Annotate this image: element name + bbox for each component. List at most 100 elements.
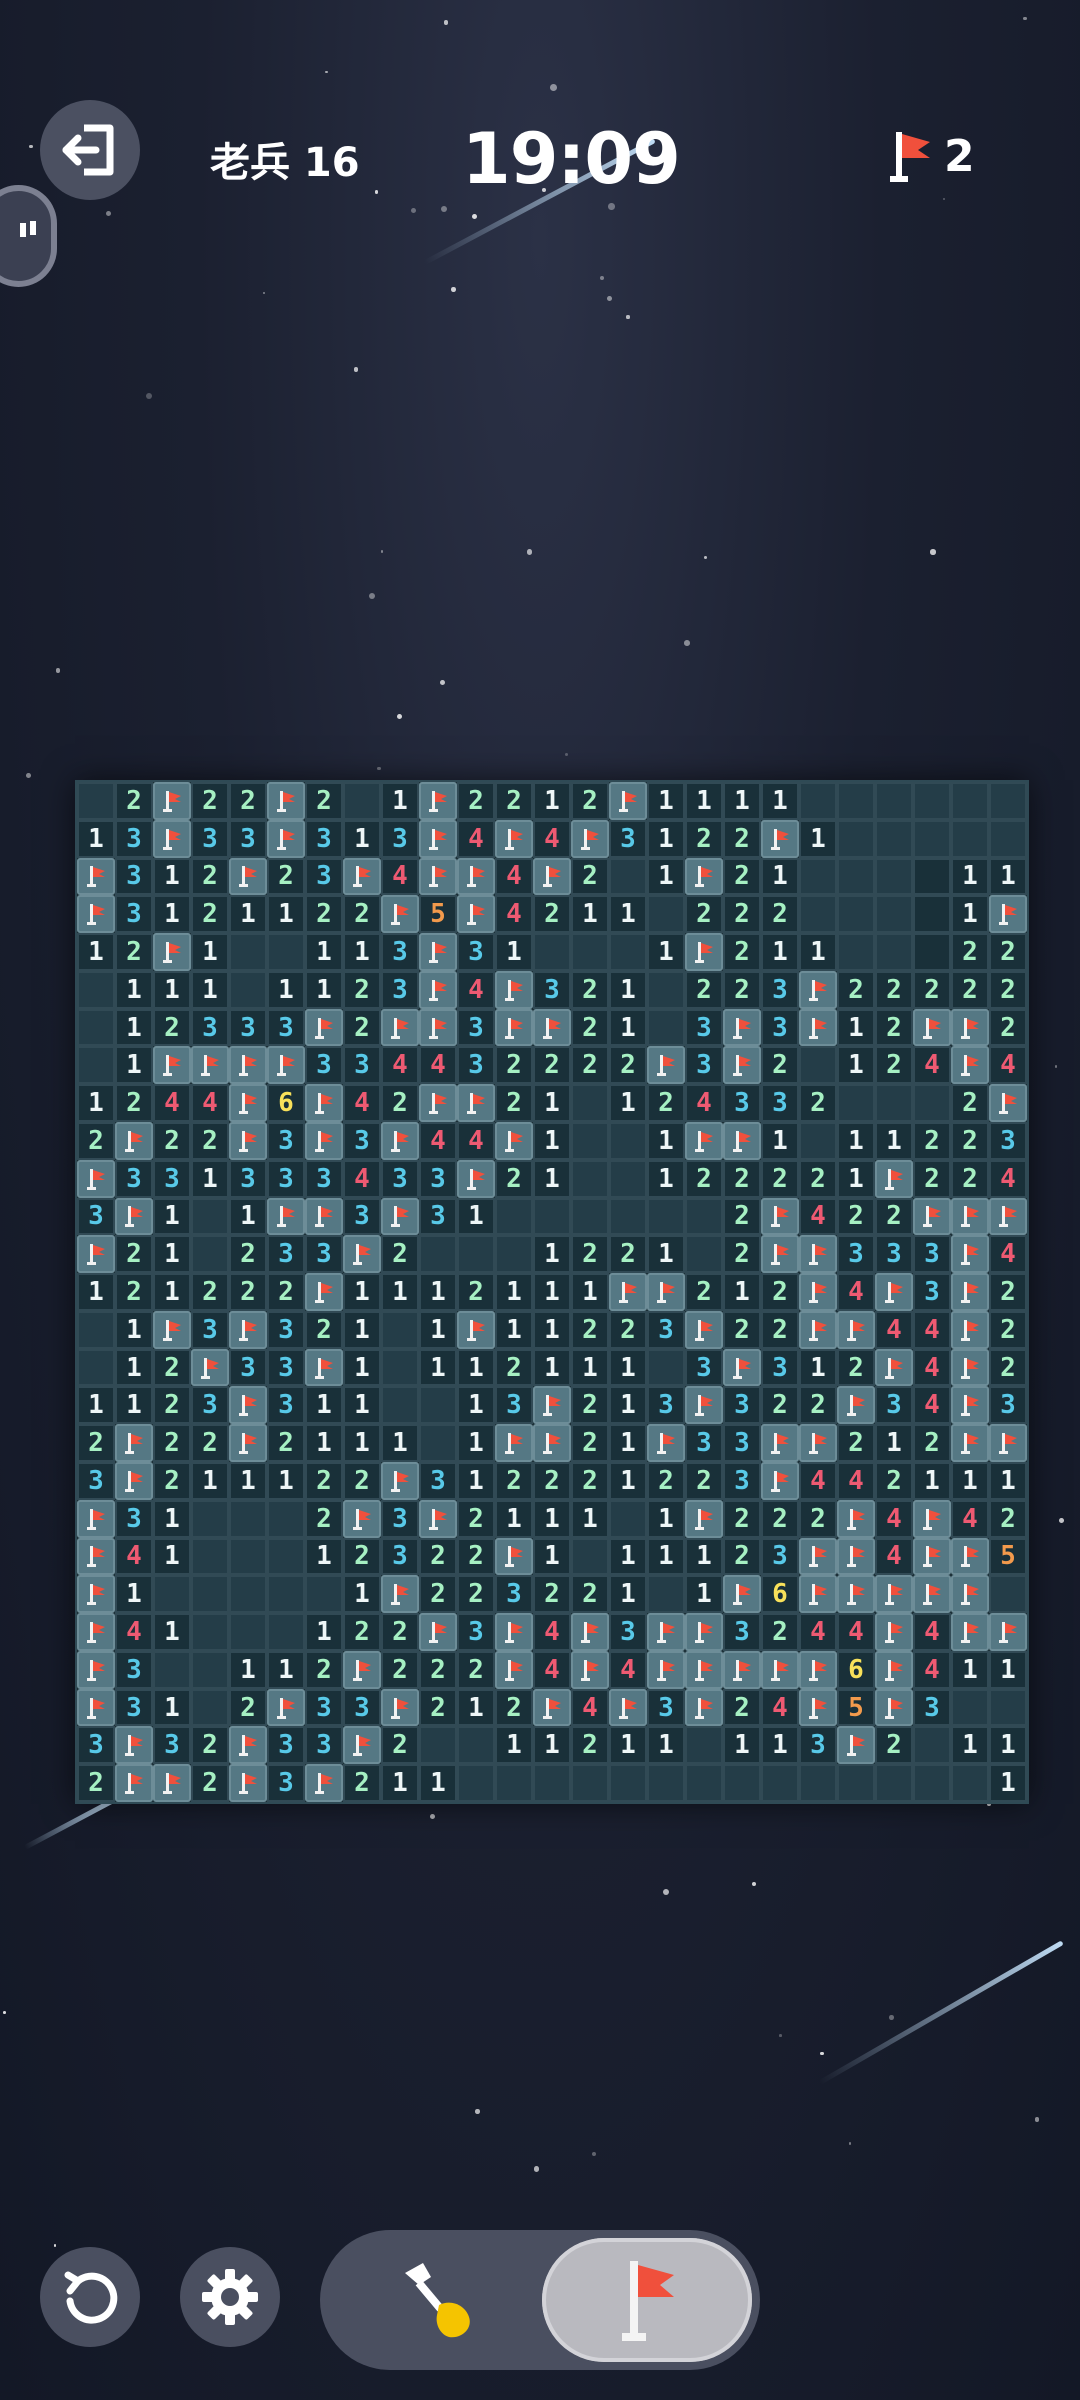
flagged-cell[interactable] (419, 1613, 457, 1651)
flagged-cell[interactable] (951, 1613, 989, 1651)
number-cell[interactable]: 3 (267, 1008, 305, 1047)
covered-cell[interactable] (191, 1688, 229, 1727)
flagged-cell[interactable] (685, 1499, 723, 1538)
number-cell[interactable]: 1 (305, 1613, 343, 1651)
number-cell[interactable]: 1 (153, 857, 191, 896)
number-cell[interactable]: 2 (951, 1159, 989, 1198)
number-cell[interactable]: 2 (343, 1008, 381, 1047)
flagged-cell[interactable] (495, 1650, 533, 1689)
flagged-cell[interactable] (267, 1197, 305, 1236)
number-cell[interactable]: 1 (191, 1159, 229, 1198)
covered-cell[interactable] (267, 933, 305, 971)
flagged-cell[interactable] (761, 1197, 799, 1236)
covered-cell[interactable] (457, 1235, 495, 1274)
flagged-cell[interactable] (381, 1688, 419, 1727)
number-cell[interactable]: 3 (267, 1764, 305, 1802)
number-cell[interactable]: 1 (305, 970, 343, 1009)
number-cell[interactable]: 4 (989, 1046, 1027, 1085)
number-cell[interactable]: 1 (609, 1084, 647, 1122)
flagged-cell[interactable] (495, 819, 533, 858)
flagged-cell[interactable] (913, 1537, 951, 1576)
number-cell[interactable]: 3 (495, 1386, 533, 1425)
flagged-cell[interactable] (229, 1122, 267, 1160)
covered-cell[interactable] (837, 782, 875, 820)
flagged-cell[interactable] (799, 1424, 837, 1462)
flagged-cell[interactable] (989, 1197, 1027, 1236)
covered-cell[interactable] (77, 1046, 115, 1085)
flagged-cell[interactable] (913, 1008, 951, 1047)
flagged-cell[interactable] (913, 1499, 951, 1538)
number-cell[interactable]: 2 (419, 1537, 457, 1576)
number-cell[interactable]: 2 (951, 1084, 989, 1122)
number-cell[interactable]: 5 (419, 895, 457, 934)
flagged-cell[interactable] (77, 1159, 115, 1198)
number-cell[interactable]: 2 (761, 1386, 799, 1425)
number-cell[interactable]: 2 (495, 1688, 533, 1727)
number-cell[interactable]: 1 (153, 1537, 191, 1576)
flagged-cell[interactable] (305, 1348, 343, 1387)
number-cell[interactable]: 2 (761, 1159, 799, 1198)
number-cell[interactable]: 2 (761, 1273, 799, 1311)
number-cell[interactable]: 1 (533, 1122, 571, 1160)
number-cell[interactable]: 1 (723, 1273, 761, 1311)
number-cell[interactable]: 1 (951, 1462, 989, 1500)
covered-cell[interactable] (989, 819, 1027, 858)
number-cell[interactable]: 3 (305, 1159, 343, 1198)
number-cell[interactable]: 3 (989, 1386, 1027, 1425)
covered-cell[interactable] (77, 970, 115, 1009)
number-cell[interactable]: 2 (495, 1348, 533, 1387)
number-cell[interactable]: 1 (77, 933, 115, 971)
number-cell[interactable]: 2 (723, 1688, 761, 1727)
number-cell[interactable]: 2 (875, 1462, 913, 1500)
covered-cell[interactable] (381, 1310, 419, 1349)
number-cell[interactable]: 1 (343, 1386, 381, 1425)
covered-cell[interactable] (457, 1726, 495, 1765)
number-cell[interactable]: 3 (457, 1613, 495, 1651)
number-cell[interactable]: 2 (533, 1462, 571, 1500)
number-cell[interactable]: 1 (153, 1613, 191, 1651)
flagged-cell[interactable] (761, 1424, 799, 1462)
number-cell[interactable]: 4 (533, 1650, 571, 1689)
flagged-cell[interactable] (229, 1424, 267, 1462)
covered-cell[interactable] (761, 1764, 799, 1802)
flagged-cell[interactable] (305, 1197, 343, 1236)
flagged-cell[interactable] (799, 970, 837, 1009)
flagged-cell[interactable] (77, 1613, 115, 1651)
flagged-cell[interactable] (533, 857, 571, 896)
number-cell[interactable]: 1 (153, 895, 191, 934)
number-cell[interactable]: 4 (913, 1046, 951, 1085)
number-cell[interactable]: 3 (305, 819, 343, 858)
number-cell[interactable]: 4 (989, 1159, 1027, 1198)
number-cell[interactable]: 1 (533, 1084, 571, 1122)
flagged-cell[interactable] (799, 1575, 837, 1614)
flagged-cell[interactable] (609, 1273, 647, 1311)
number-cell[interactable]: 1 (457, 1386, 495, 1425)
flagged-cell[interactable] (229, 857, 267, 896)
number-cell[interactable]: 1 (609, 1575, 647, 1614)
number-cell[interactable]: 2 (495, 1159, 533, 1198)
flagged-cell[interactable] (723, 1348, 761, 1387)
covered-cell[interactable] (153, 1575, 191, 1614)
covered-cell[interactable] (533, 1764, 571, 1802)
flagged-cell[interactable] (77, 1499, 115, 1538)
covered-cell[interactable] (875, 1084, 913, 1122)
number-cell[interactable]: 3 (723, 1462, 761, 1500)
number-cell[interactable]: 2 (571, 1008, 609, 1047)
number-cell[interactable]: 1 (951, 895, 989, 934)
number-cell[interactable]: 2 (609, 1046, 647, 1085)
flagged-cell[interactable] (153, 933, 191, 971)
covered-cell[interactable] (229, 1575, 267, 1614)
covered-cell[interactable] (457, 1764, 495, 1802)
flagged-cell[interactable] (951, 1310, 989, 1349)
flagged-cell[interactable] (951, 1386, 989, 1425)
covered-cell[interactable] (799, 857, 837, 896)
number-cell[interactable]: 3 (381, 933, 419, 971)
flagged-cell[interactable] (115, 1726, 153, 1765)
number-cell[interactable]: 4 (913, 1650, 951, 1689)
flagged-cell[interactable] (951, 1197, 989, 1236)
number-cell[interactable]: 1 (343, 933, 381, 971)
flagged-cell[interactable] (457, 1310, 495, 1349)
number-cell[interactable]: 1 (875, 1122, 913, 1160)
number-cell[interactable]: 1 (267, 970, 305, 1009)
flagged-cell[interactable] (723, 1008, 761, 1047)
